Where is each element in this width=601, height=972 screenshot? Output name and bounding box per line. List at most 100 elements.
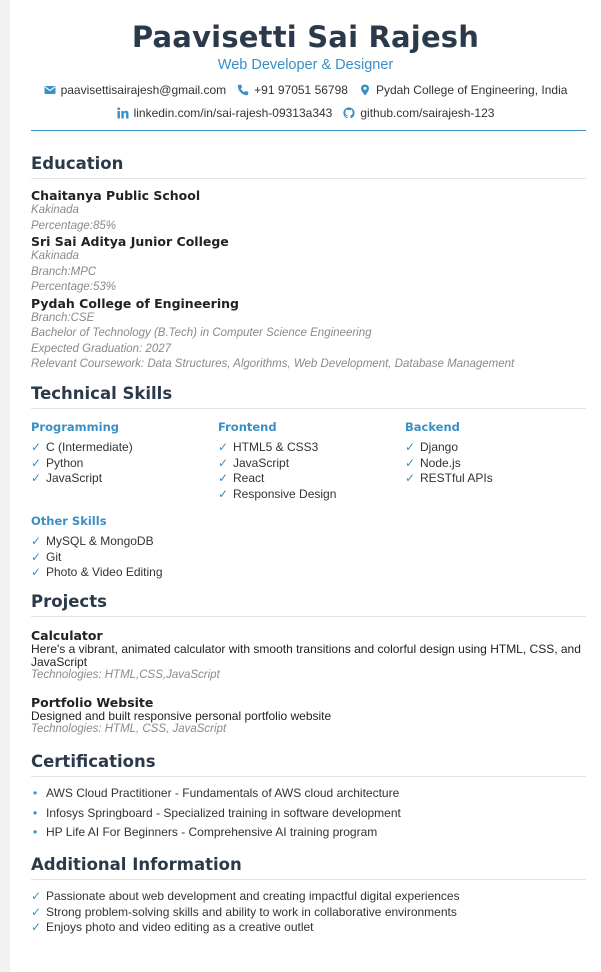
school-name: Sri Sai Aditya Junior College [31,234,229,249]
skills-grid: Programming ✓ C (Intermediate) ✓ Python ✓ J… [31,420,586,503]
contact-location: Pydah College of Engineering, India [359,82,567,98]
check-icon: ✓ [31,455,42,470]
school-detail: Bachelor of Technology (B.Tech) in Compu… [31,327,372,339]
envelope-icon [44,86,56,94]
skill-label: Node.js [420,455,461,470]
header-divider [31,130,586,131]
certification-item: • Infosys Springboard - Specialized train… [31,804,586,824]
additional-label: Passionate about web development and cre… [46,889,460,903]
project-tech: Technologies: HTML,CSS,JavaScript [31,669,220,681]
contact-line-2: linkedin.com/in/sai-rajesh-09313a343 git… [10,105,601,121]
phone-icon [237,84,249,96]
project-description: Designed and built responsive personal p… [31,708,332,723]
check-icon: ✓ [218,471,229,486]
additional-label: Enjoys photo and video editing as a crea… [46,920,314,935]
check-icon: ✓ [31,471,42,486]
skill-item: ✓ JavaScript [218,456,405,472]
check-icon: ✓ [31,549,42,564]
school-detail: Kakinada [31,250,79,262]
certification-item: • AWS Cloud Practitioner - Fundamentals o… [31,784,586,804]
check-icon: ✓ [405,440,416,454]
skill-label: Git [46,549,62,564]
contact-linkedin[interactable]: linkedin.com/in/sai-rajesh-09313a343 [116,105,333,121]
school-detail: Relevant Coursework: Data Structures, Al… [31,358,515,370]
certifications-section: Certifications • AWS Cloud Practitioner -… [31,752,586,843]
linkedin-text[interactable]: linkedin.com/in/sai-rajesh-09313a343 [134,105,333,121]
contact-phone[interactable]: +91 97051 56798 [237,82,348,98]
education-entry: Chaitanya Public School Kakinada Percent… [31,188,586,234]
additional-item: ✓ Strong problem-solving skills and abili… [31,905,586,921]
skill-group-backend: Backend ✓ Django ✓ Node.js ✓ RESTful APIs [405,420,586,503]
bullet-icon: • [33,786,38,800]
check-icon: ✓ [405,455,416,470]
school-detail: Branch:CSE [31,311,95,324]
skill-label: C (Intermediate) [46,440,133,454]
skill-label: Responsive Design [233,487,337,502]
school-name: Chaitanya Public School [31,188,201,203]
check-icon: ✓ [31,533,42,548]
project-description: Here's a vibrant, animated calculator wi… [31,642,581,669]
skill-label: RESTful APIs [420,471,493,486]
skill-label: Python [46,455,84,470]
section-title-education: Education [31,154,586,179]
skill-item: ✓ RESTful APIs [405,471,586,487]
skill-group-title: Backend [405,420,460,434]
project-name: Portfolio Website [31,694,154,710]
certification-label: HP Life AI For Beginners - Comprehensive… [46,825,378,839]
check-icon: ✓ [31,440,42,454]
project-entry: Calculator Here's a vibrant, animated ca… [31,629,586,684]
certification-list: • AWS Cloud Practitioner - Fundamentals o… [31,784,586,843]
school-name: Pydah College of Engineering [31,295,239,311]
skill-item: ✓ React [218,471,405,487]
additional-item: ✓ Passionate about web development and cr… [31,889,586,905]
location-pin-icon [360,84,369,96]
skill-group-title: Other Skills [31,513,107,528]
school-detail: Branch:MPC [31,265,97,278]
contact-email[interactable]: paavisettisairajesh@gmail.com [44,82,227,98]
projects-section: Projects Calculator Here's a vibrant, an… [31,592,586,738]
skill-item: ✓ MySQL & MongoDB [31,534,586,550]
person-name: Paavisetti Sai Rajesh [131,20,480,54]
skill-label: HTML5 & CSS3 [233,440,319,454]
check-icon: ✓ [31,889,42,903]
school-detail: Expected Graduation: 2027 [31,342,172,355]
resume-header: Paavisetti Sai Rajesh Web Developer & De… [10,0,601,121]
section-title-skills: Technical Skills [31,384,586,409]
linkedin-icon [116,107,129,119]
check-icon: ✓ [31,904,42,919]
check-icon: ✓ [31,565,42,580]
additional-list: ✓ Passionate about web development and cr… [31,889,586,936]
skill-item: ✓ Python [31,456,218,472]
github-text[interactable]: github.com/sairajesh-123 [360,105,494,121]
github-icon [343,107,355,119]
phone-text[interactable]: +91 97051 56798 [254,82,348,98]
bullet-icon: • [33,805,38,820]
bullet-icon: • [33,825,38,839]
check-icon: ✓ [218,455,229,470]
skill-group-frontend: Frontend ✓ HTML5 & CSS3 ✓ JavaScript ✓ Reac… [218,420,405,503]
school-detail: Percentage:85% [31,219,117,232]
education-section: Education Chaitanya Public School Kakina… [31,154,586,373]
skill-label: JavaScript [46,471,103,486]
email-text[interactable]: paavisettisairajesh@gmail.com [61,82,227,98]
certification-label: AWS Cloud Practitioner - Fundamentals of… [46,786,400,800]
skill-group-other: Other Skills ✓ MySQL & MongoDB ✓ Git ✓ Phot… [31,514,586,581]
skill-item: ✓ Photo & Video Editing [31,565,586,581]
skill-label: MySQL & MongoDB [46,533,154,548]
contact-github[interactable]: github.com/sairajesh-123 [343,105,494,121]
location-text: Pydah College of Engineering, India [375,83,568,97]
additional-label: Strong problem-solving skills and abilit… [46,904,457,919]
skill-item: ✓ C (Intermediate) [31,440,218,456]
section-title-projects: Projects [31,592,586,617]
skill-group-title: Frontend [218,420,277,434]
skill-item: ✓ Django [405,440,586,456]
skill-item: ✓ Node.js [405,456,586,472]
skill-item: ✓ Git [31,550,586,566]
school-detail: Percentage:53% [31,281,117,293]
check-icon: ✓ [218,487,229,502]
section-title-additional: Additional Information [31,855,586,880]
skill-item: ✓ Responsive Design [218,487,405,503]
school-detail: Kakinada [31,204,79,216]
check-icon: ✓ [405,471,416,486]
job-title: Web Developer & Designer [217,57,394,73]
